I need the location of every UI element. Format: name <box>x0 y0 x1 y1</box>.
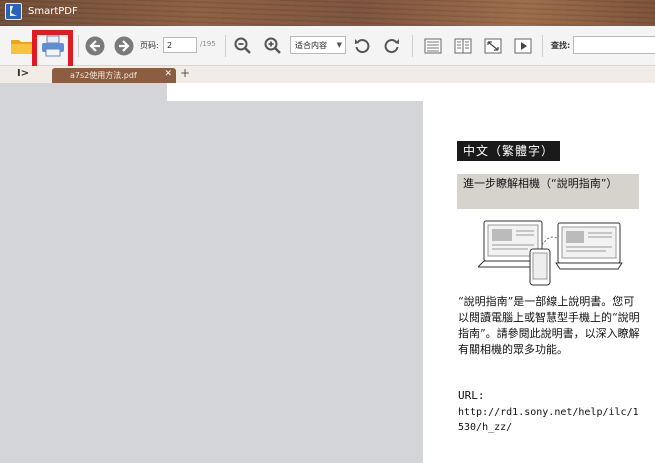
rotate-right-button[interactable] <box>382 26 402 66</box>
section-heading: 進一步瞭解相機（“說明指南”） <box>457 174 639 209</box>
fit-mode-value: 适合内容 <box>295 40 327 50</box>
page-number-input[interactable] <box>163 37 197 53</box>
rotate-ccw-icon <box>355 39 370 54</box>
prev-page-button[interactable] <box>84 26 106 66</box>
toolbar-divider <box>542 35 543 57</box>
tab-bar: I> a7s2使用方法.pdf ✕ + <box>0 66 655 83</box>
find-label: 查找: <box>551 41 571 50</box>
zoom-in-icon <box>264 37 281 54</box>
pdf-page: 中文（繁體字） 進一步瞭解相機（“說明指南”） “說明指南”是一部線上說明書。您… <box>423 101 655 463</box>
single-page-icon <box>424 38 442 54</box>
help-url[interactable]: http://rd1.sony.net/help/ilc/1530/h_zz/ <box>458 405 643 435</box>
zoom-out-button[interactable] <box>232 26 254 66</box>
app-logo-icon <box>5 3 22 20</box>
toolbar-divider <box>412 35 413 57</box>
open-button[interactable] <box>8 26 36 66</box>
new-tab-button[interactable]: + <box>180 66 190 80</box>
single-page-view-button[interactable] <box>422 26 444 66</box>
laptop-phone-illustration <box>478 220 623 286</box>
wood-texture <box>0 0 655 26</box>
fit-mode-select[interactable]: 适合内容 ▼ <box>290 36 346 54</box>
rotate-left-button[interactable] <box>352 26 372 66</box>
toolbar-divider <box>78 35 79 57</box>
chevron-down-icon: ▼ <box>336 41 342 49</box>
toolbar: 页码: /195 适合内容 ▼ <box>0 26 655 66</box>
body-paragraph: “說明指南”是一部線上說明書。您可以閱讀電腦上或智慧型手機上的“說明指南”。請參… <box>458 295 640 356</box>
document-tab-label: a7s2使用方法.pdf <box>70 71 137 80</box>
page-total: /195 <box>200 40 216 48</box>
two-page-view-button[interactable] <box>452 26 474 66</box>
zoom-out-icon <box>234 37 251 54</box>
arrow-right-circle-icon <box>114 36 134 56</box>
arrow-left-circle-icon <box>85 36 105 56</box>
title-bar: SmartPDF <box>0 0 655 26</box>
zoom-in-button[interactable] <box>262 26 284 66</box>
fullscreen-button[interactable] <box>482 26 504 66</box>
rotate-cw-icon <box>384 39 399 54</box>
page-number-label: 页码: <box>140 41 159 50</box>
find-input[interactable] <box>573 36 655 54</box>
next-page-button[interactable] <box>113 26 135 66</box>
slideshow-button[interactable] <box>512 26 534 66</box>
document-gutter <box>0 83 167 101</box>
sidebar-toggle-button[interactable]: I> <box>17 68 29 79</box>
document-top-strip <box>0 83 655 101</box>
app-title: SmartPDF <box>28 6 78 17</box>
toolbar-divider <box>225 35 226 57</box>
two-page-icon <box>454 38 472 54</box>
fullscreen-icon <box>484 38 502 54</box>
document-tab[interactable]: a7s2使用方法.pdf ✕ <box>52 68 176 83</box>
url-label: URL: <box>458 389 485 402</box>
folder-icon <box>11 40 33 54</box>
close-icon[interactable]: ✕ <box>164 69 172 79</box>
language-heading: 中文（繁體字） <box>457 141 561 161</box>
play-icon <box>514 38 532 54</box>
print-button[interactable] <box>38 26 68 66</box>
printer-icon <box>42 35 64 57</box>
